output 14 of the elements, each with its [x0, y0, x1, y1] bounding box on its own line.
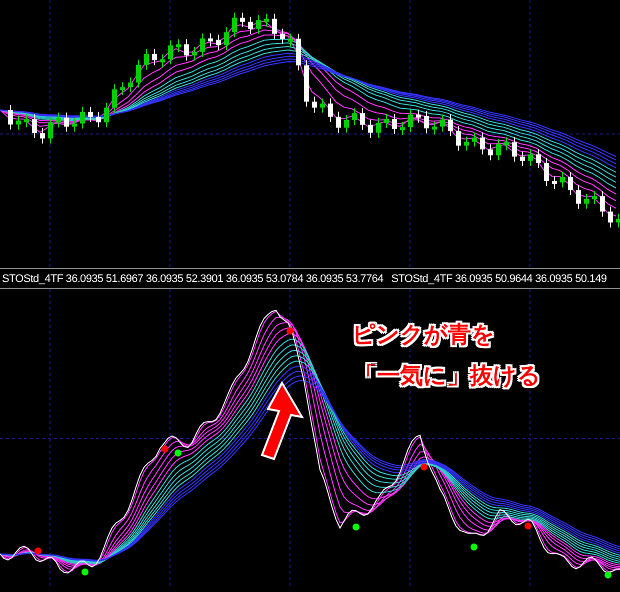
annotation-text: 「一気に」抜ける: [353, 362, 541, 391]
signal-dot: [82, 568, 88, 576]
signal-dot: [286, 328, 294, 334]
signal-dot: [352, 524, 360, 530]
signal-dot: [420, 464, 428, 470]
signal-dot: [174, 450, 182, 456]
signal-dot: [162, 446, 168, 452]
signal-dot: [470, 544, 478, 550]
indicator-label: STOStd_4TF 36.0935 51.6967 36.0935 52.3901 36.0935 53.0784 36.0935 53.7764: [2, 272, 384, 284]
signal-dot: [34, 548, 42, 554]
signal-dot: [524, 522, 532, 530]
signal-dot: [604, 572, 612, 578]
indicator-label: STOStd_4TF 36.0935 50.9644 36.0935 50.149: [391, 272, 607, 284]
annotation-text: ピンクが青を: [352, 321, 496, 350]
